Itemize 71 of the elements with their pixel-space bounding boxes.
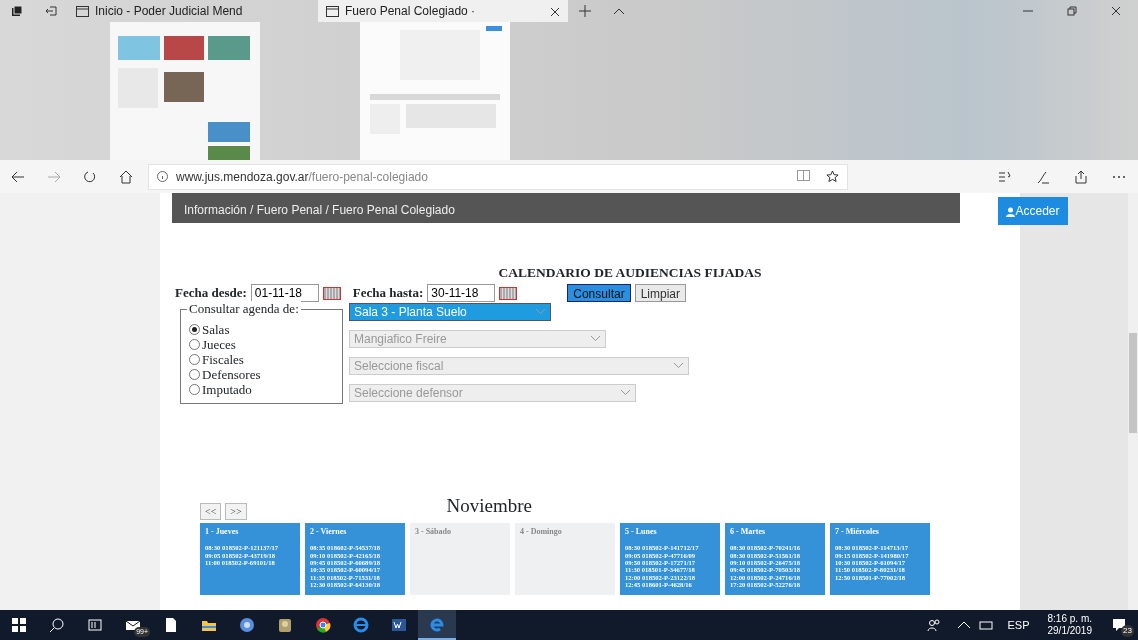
task-view-icon[interactable] <box>87 617 103 633</box>
notification-badge: 23 <box>1121 625 1134 637</box>
breadcrumb-bar: Información / Fuero Penal / Fuero Penal Colegiado <box>172 193 960 223</box>
radio-option[interactable]: Jueces <box>189 336 236 352</box>
prev-button[interactable]: << <box>200 503 222 521</box>
radio-option[interactable]: Fiscales <box>189 351 244 367</box>
pen-icon[interactable] <box>1036 169 1050 184</box>
scrollbar-thumb[interactable] <box>1129 333 1137 433</box>
field-label: Fecha desde: <box>175 284 247 303</box>
language-indicator[interactable]: ESP <box>1007 616 1030 634</box>
page-icon <box>326 5 339 17</box>
time-text: 8:16 p. m. <box>1047 613 1092 625</box>
day-title: 7 - Miércoles <box>835 526 880 539</box>
browser-icon[interactable] <box>239 617 255 633</box>
dropdown[interactable]: Sala 3 - Planta Suelo <box>349 302 551 321</box>
reading-view-icon[interactable] <box>797 170 810 181</box>
date-field[interactable]: 01-11-18 <box>250 284 319 302</box>
calendar-icon[interactable] <box>322 286 341 300</box>
calendar-icon[interactable] <box>499 286 518 300</box>
home-icon[interactable] <box>119 169 133 184</box>
plus-icon[interactable] <box>579 5 591 17</box>
day-title: 6 - Martes <box>730 526 767 539</box>
chevron-down-icon <box>535 308 546 316</box>
tab-list-icon[interactable] <box>45 5 57 17</box>
day-title: 2 - Viernes <box>310 526 348 539</box>
restore-icon[interactable] <box>1067 6 1077 16</box>
close-icon[interactable] <box>1111 6 1121 16</box>
window-icon[interactable] <box>11 5 23 17</box>
day-title: 1 - Jueves <box>205 526 240 539</box>
next-button[interactable]: >> <box>225 503 247 521</box>
legend-label: Consultar agenda de: <box>187 300 301 317</box>
chevron-down-icon <box>590 335 601 343</box>
app-icon[interactable] <box>277 617 293 633</box>
chrome-icon[interactable] <box>315 617 331 633</box>
radio-option[interactable]: Salas <box>189 321 230 337</box>
search-icon[interactable] <box>49 617 65 633</box>
windows-icon[interactable] <box>11 617 27 633</box>
url-text: www.jus.mendoza.gov.ar/fuero-penal-colegiado <box>176 168 428 186</box>
chevron-up-icon[interactable] <box>613 7 625 15</box>
people-icon[interactable] <box>926 617 943 633</box>
chevron-down-icon <box>673 362 684 370</box>
radio-option[interactable]: Defensores <box>189 366 261 382</box>
refresh-icon[interactable] <box>83 169 97 184</box>
user-icon <box>1006 206 1016 217</box>
page-title: CALENDARIO DE AUDIENCIAS FIJADAS <box>497 264 763 282</box>
star-icon[interactable] <box>826 170 839 183</box>
share-icon[interactable] <box>1074 169 1088 184</box>
day-title: 4 - Domingo <box>520 526 563 539</box>
chevron-down-icon <box>620 389 631 397</box>
month-title: Noviembre <box>446 493 533 518</box>
word-icon[interactable] <box>391 617 407 633</box>
day-title: 5 - Lunes <box>625 526 658 539</box>
clear-button[interactable]: Limpiar <box>634 284 686 302</box>
date-field[interactable]: 30-11-18 <box>427 284 496 302</box>
clock[interactable]: 8:16 p. m. 29/1/2019 <box>1047 613 1092 637</box>
edge-icon[interactable] <box>429 616 445 632</box>
login-button[interactable]: Acceder <box>998 197 1068 225</box>
close-icon[interactable] <box>550 6 560 17</box>
day-title: 3 - Sábado <box>415 526 452 539</box>
page-icon <box>76 5 89 17</box>
query-button[interactable]: Consultar <box>567 284 631 302</box>
browser-tab[interactable]: Fuero Penal Colegiado · <box>318 0 568 22</box>
info-icon <box>157 171 168 182</box>
document-icon[interactable] <box>163 617 179 633</box>
browser-tab[interactable]: Inicio - Poder Judicial Mend <box>68 0 318 22</box>
field-label: Fecha hasta: <box>352 284 424 303</box>
address-bar[interactable]: www.jus.mendoza.gov.ar/fuero-penal-colegiado <box>148 163 848 190</box>
date-text: 29/1/2019 <box>1047 625 1092 637</box>
favorites-list-icon[interactable] <box>998 169 1012 184</box>
radio-option[interactable]: Imputado <box>189 381 252 397</box>
back-arrow-icon[interactable] <box>11 169 25 184</box>
